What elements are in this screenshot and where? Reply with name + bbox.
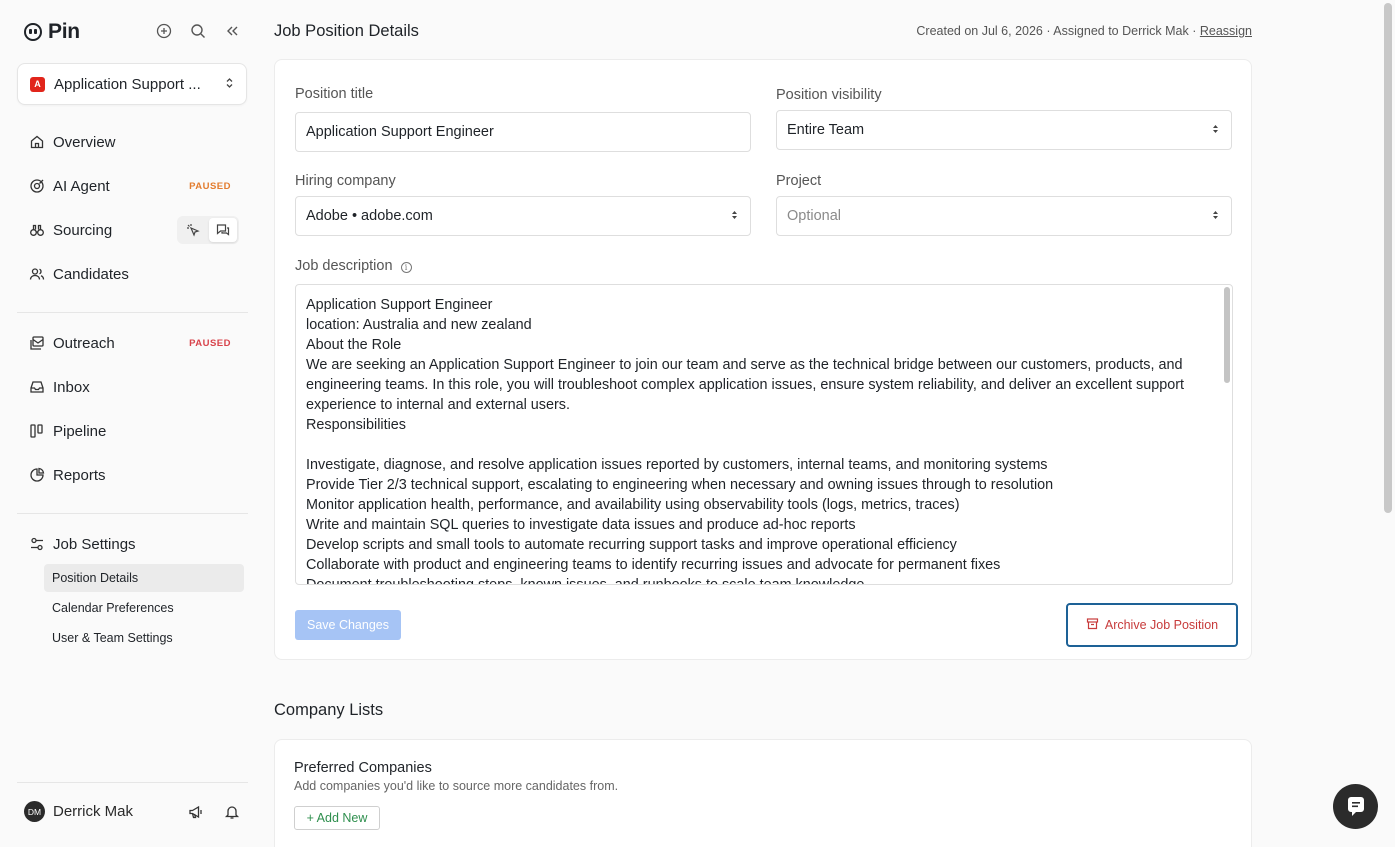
users-icon — [29, 266, 45, 282]
nav-divider — [17, 312, 248, 313]
sidebar-item-label: Inbox — [53, 378, 90, 396]
brand[interactable]: Pin — [24, 20, 80, 44]
sidebar-item-outreach[interactable]: Outreach PAUSED — [17, 321, 247, 365]
position-details-card: Position title Application Support Engin… — [274, 59, 1252, 660]
nav-settings: Job Settings — [17, 522, 247, 566]
add-circle-icon[interactable] — [155, 22, 173, 40]
nav-divider — [17, 513, 248, 514]
subnav-user-team-settings[interactable]: User & Team Settings — [44, 624, 244, 652]
reassign-link[interactable]: Reassign — [1200, 24, 1252, 38]
ai-agent-icon — [29, 178, 45, 194]
page-title: Job Position Details — [274, 22, 419, 40]
sidebar-item-label: Candidates — [53, 265, 129, 283]
hiring-company-select[interactable]: Adobe • adobe.com — [295, 196, 751, 236]
status-badge: PAUSED — [189, 180, 231, 192]
job-description-label-text: Job description — [295, 258, 393, 274]
position-title-value: Application Support Engineer — [306, 124, 494, 140]
adobe-logo-icon: A — [30, 76, 45, 92]
project-placeholder: Optional — [787, 208, 842, 224]
user-actions — [187, 803, 241, 821]
sidebar-item-job-settings[interactable]: Job Settings — [17, 522, 247, 566]
project-label: Project — [776, 173, 822, 189]
support-chat-button[interactable] — [1333, 784, 1378, 829]
save-changes-button[interactable]: Save Changes — [295, 610, 401, 640]
page-scrollbar[interactable] — [1384, 3, 1392, 513]
chevron-updown-icon — [731, 210, 738, 222]
sidebar: Pin A Application Support ... Overview A… — [0, 0, 264, 847]
nav-divider — [17, 782, 248, 783]
sidebar-item-ai-agent[interactable]: AI Agent PAUSED — [17, 164, 247, 208]
position-visibility-label: Position visibility — [776, 87, 882, 103]
job-selector-label: Application Support ... — [54, 75, 201, 93]
preferred-companies-title: Preferred Companies — [294, 760, 432, 776]
sidebar-item-label: Sourcing — [53, 221, 113, 239]
position-meta: Created on Jul 6, 2026 · Assigned to Der… — [916, 24, 1252, 38]
archive-icon — [1086, 617, 1099, 633]
search-icon[interactable] — [189, 22, 207, 40]
sidebar-item-reports[interactable]: Reports — [17, 453, 247, 497]
home-icon — [29, 134, 45, 150]
pipeline-icon — [29, 423, 45, 439]
sourcing-mode-toggle — [177, 216, 239, 244]
job-selector[interactable]: A Application Support ... — [17, 63, 247, 105]
pie-chart-icon — [29, 467, 45, 483]
nav-primary: Overview AI Agent PAUSED Sourcing Candid… — [17, 120, 247, 296]
sidebar-item-sourcing[interactable]: Sourcing — [17, 208, 247, 252]
chat-bubble-icon — [1347, 796, 1364, 816]
add-new-button[interactable]: + Add New — [294, 806, 380, 830]
status-badge: PAUSED — [189, 337, 231, 349]
sidebar-item-inbox[interactable]: Inbox — [17, 365, 247, 409]
collapse-sidebar-icon[interactable] — [223, 22, 241, 40]
sidebar-item-label: Reports — [53, 466, 106, 484]
sidebar-item-label: Pipeline — [53, 422, 107, 440]
job-description-text: Application Support Engineer location: A… — [306, 297, 1185, 585]
preferred-companies-desc: Add companies you'd like to source more … — [294, 779, 619, 793]
company-lists-title: Company Lists — [274, 701, 384, 719]
subnav-position-details[interactable]: Position Details — [44, 564, 244, 592]
job-settings-subnav: Position Details Calendar Preferences Us… — [44, 564, 244, 654]
user-profile[interactable]: DM Derrick Mak — [24, 801, 133, 822]
inbox-icon — [29, 379, 45, 395]
position-title-label: Position title — [295, 86, 374, 102]
textarea-scrollbar[interactable] — [1224, 287, 1230, 383]
archive-label: Archive Job Position — [1104, 618, 1219, 632]
preferred-companies-card: Preferred Companies Add companies you'd … — [274, 739, 1252, 847]
avatar: DM — [24, 801, 45, 822]
position-title-input[interactable]: Application Support Engineer — [295, 112, 751, 152]
settings-sliders-icon — [29, 536, 45, 552]
chevron-updown-icon — [1212, 210, 1219, 222]
chevron-updown-icon — [225, 77, 234, 92]
sidebar-item-label: Overview — [53, 133, 116, 151]
hiring-company-value: Adobe • adobe.com — [306, 208, 433, 224]
sidebar-top-icons — [155, 22, 241, 40]
position-visibility-select[interactable]: Entire Team — [776, 110, 1232, 150]
subnav-calendar-preferences[interactable]: Calendar Preferences — [44, 594, 244, 622]
created-assigned-text: Created on Jul 6, 2026 · Assigned to Der… — [916, 24, 1200, 38]
chevron-updown-icon — [1212, 124, 1219, 136]
sidebar-item-label: Job Settings — [53, 535, 136, 553]
hiring-company-label: Hiring company — [295, 173, 396, 189]
project-select[interactable]: Optional — [776, 196, 1232, 236]
nav-secondary: Outreach PAUSED Inbox Pipeline Reports — [17, 321, 247, 497]
archive-job-position-button[interactable]: Archive Job Position — [1066, 603, 1238, 647]
auto-sourcing-icon[interactable] — [179, 218, 207, 242]
bell-icon[interactable] — [223, 803, 241, 821]
sidebar-item-overview[interactable]: Overview — [17, 120, 247, 164]
sidebar-item-pipeline[interactable]: Pipeline — [17, 409, 247, 453]
outreach-icon — [29, 335, 45, 351]
info-icon[interactable]: i — [400, 262, 412, 273]
user-name: Derrick Mak — [53, 803, 134, 820]
sidebar-item-candidates[interactable]: Candidates — [17, 252, 247, 296]
megaphone-icon[interactable] — [187, 803, 205, 821]
job-description-textarea[interactable]: Application Support Engineer location: A… — [295, 284, 1233, 585]
job-description-label: Job description i — [295, 258, 412, 274]
position-visibility-value: Entire Team — [787, 122, 865, 138]
sidebar-item-label: AI Agent — [53, 177, 110, 195]
sidebar-item-label: Outreach — [53, 334, 115, 352]
binoculars-icon — [29, 222, 45, 238]
pin-logo-icon — [24, 23, 42, 41]
app-name: Pin — [48, 20, 80, 43]
chat-sourcing-icon[interactable] — [209, 218, 237, 242]
